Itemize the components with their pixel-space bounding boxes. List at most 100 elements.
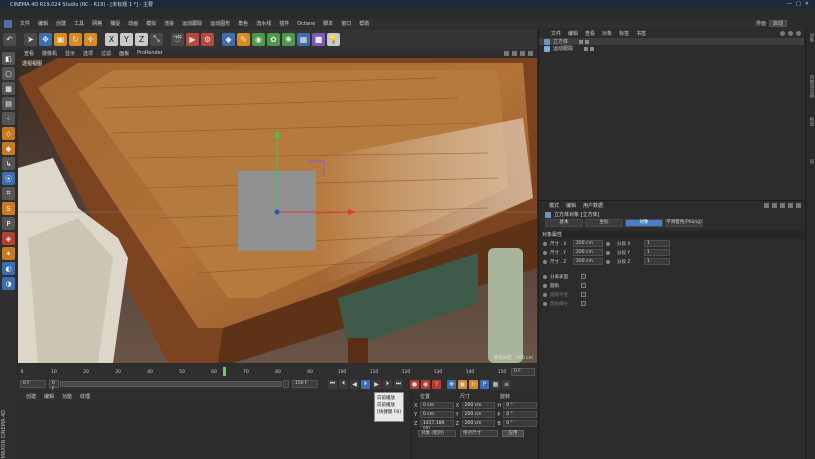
key-pla-icon[interactable]: ▦: [491, 379, 500, 389]
rotation-p-field[interactable]: 0 °: [503, 411, 537, 418]
viewport-menu-item[interactable]: 选项: [83, 50, 93, 57]
property-value-field[interactable]: 1: [644, 249, 670, 256]
object-item-cube[interactable]: 立方体: [539, 38, 804, 45]
property-checkbox[interactable]: [581, 274, 586, 279]
rotation-h-field[interactable]: 0 °: [503, 402, 537, 409]
close-icon[interactable]: ✕: [805, 1, 809, 7]
prev-frame-icon[interactable]: ◀: [350, 379, 359, 389]
layout-selector[interactable]: 界面 启动: [756, 19, 811, 28]
perspective-viewport[interactable]: 透视视图 网格间距 : 100 cm: [18, 58, 537, 363]
property-value-field[interactable]: 200 cm: [573, 258, 603, 265]
apply-button[interactable]: 应用: [502, 430, 524, 437]
menu-item[interactable]: Octane: [297, 21, 315, 27]
record-keys-icon[interactable]: ●: [410, 379, 419, 389]
render-settings-icon[interactable]: ⚙: [201, 32, 214, 46]
menu-item[interactable]: 运动图形: [210, 20, 230, 27]
texture-mode-icon[interactable]: ▩: [2, 82, 15, 95]
key-param-icon[interactable]: P: [480, 379, 489, 389]
coordinate-system-icon[interactable]: ⤡: [150, 32, 163, 46]
next-frame-icon[interactable]: ▶: [372, 379, 381, 389]
menu-item[interactable]: 渲染: [164, 20, 174, 27]
object-menu-item[interactable]: 编辑: [568, 30, 578, 37]
position-z-field[interactable]: 1417.189 cm: [419, 420, 454, 431]
property-value-field[interactable]: 200 cm: [573, 249, 603, 256]
property-value-field[interactable]: 1: [644, 240, 670, 247]
attribute-tab[interactable]: 对象: [625, 219, 663, 227]
snap-icon[interactable]: ⦿: [2, 172, 15, 185]
menu-item[interactable]: 网格: [92, 20, 102, 27]
menu-item[interactable]: 窗口: [341, 20, 351, 27]
array-icon[interactable]: ✿: [267, 32, 280, 46]
z-axis-handle[interactable]: [274, 209, 280, 215]
menu-item[interactable]: 脚本: [323, 20, 333, 27]
property-checkbox[interactable]: [581, 292, 586, 297]
y-axis-lock-icon[interactable]: Y: [120, 32, 133, 46]
animate-dot-icon[interactable]: [543, 259, 547, 264]
paint-icon[interactable]: ✦: [2, 247, 15, 260]
material-menu-item[interactable]: 编辑: [44, 393, 54, 400]
side-tab[interactable]: 对象: [808, 33, 814, 42]
object-menu-item[interactable]: 查看: [585, 30, 595, 37]
attribute-menu-item[interactable]: 编辑: [566, 202, 576, 209]
viewport-menu-item[interactable]: 面板: [119, 50, 129, 57]
floor-icon[interactable]: ▦: [297, 32, 310, 46]
menu-item[interactable]: 文件: [20, 20, 30, 27]
attribute-tab[interactable]: 坐标: [585, 219, 623, 227]
key-rotation-icon[interactable]: ↻: [469, 379, 478, 389]
pen-spline-icon[interactable]: ✎: [237, 32, 250, 46]
range-end-marker[interactable]: [283, 380, 289, 388]
animate-dot-icon[interactable]: [543, 292, 547, 297]
range-slider[interactable]: [60, 381, 282, 387]
go-to-end-icon[interactable]: ⏭: [394, 379, 403, 389]
psr-icon[interactable]: P: [2, 217, 15, 230]
timeline-end-field[interactable]: 0 F: [511, 368, 535, 376]
animate-dot-icon[interactable]: [606, 259, 610, 264]
attribute-menu-item[interactable]: 用户数据: [583, 202, 603, 209]
size-y-field[interactable]: 200 cm: [461, 411, 496, 418]
edges-mode-icon[interactable]: ◇: [2, 127, 15, 140]
orbit-icon[interactable]: [520, 50, 525, 56]
property-value-field[interactable]: 200 cm: [573, 240, 603, 247]
pan-icon[interactable]: [504, 50, 509, 56]
timeline-window-icon[interactable]: ≡: [502, 379, 511, 389]
coordinate-mode-dropdown[interactable]: 对象 (相对): [418, 430, 456, 437]
camera-icon[interactable]: ■: [312, 32, 325, 46]
object-menu-item[interactable]: 标签: [619, 30, 629, 37]
animate-dot-icon[interactable]: [543, 241, 547, 246]
subdivision-surface-icon[interactable]: ◉: [252, 32, 265, 46]
menu-item[interactable]: 捕捉: [110, 20, 120, 27]
animate-dot-icon[interactable]: [543, 274, 547, 279]
animate-dot-icon[interactable]: [543, 301, 547, 306]
menu-item[interactable]: 帮助: [359, 20, 369, 27]
playhead[interactable]: [222, 367, 226, 376]
new-view-icon[interactable]: [796, 31, 801, 36]
property-checkbox[interactable]: [581, 283, 586, 288]
maximize-icon[interactable]: □: [796, 1, 801, 7]
back-icon[interactable]: [764, 203, 769, 208]
end-frame-field[interactable]: 150 F: [292, 380, 318, 388]
property-checkbox[interactable]: [581, 301, 586, 306]
menu-item[interactable]: 运动跟踪: [182, 20, 202, 27]
menu-item[interactable]: 工具: [74, 20, 84, 27]
position-x-field[interactable]: 0 cm: [419, 402, 454, 409]
attribute-tab[interactable]: 平滑着色(Phong): [665, 219, 703, 227]
model-mode-icon[interactable]: ▢: [2, 67, 15, 80]
menu-item[interactable]: 模拟: [146, 20, 156, 27]
material-menu-item[interactable]: 功能: [62, 393, 72, 400]
light-icon[interactable]: 💡: [327, 32, 340, 46]
size-x-field[interactable]: 200 cm: [461, 402, 496, 409]
deformer-icon[interactable]: ✺: [282, 32, 295, 46]
next-key-icon[interactable]: ⏵: [383, 379, 392, 389]
timeline[interactable]: 0 10 20 30 40 50 60 70 80 90 100 110 120 130 140 150 0 …: [18, 364, 537, 377]
viewport-menu-item[interactable]: ProRender: [137, 50, 163, 56]
side-tab[interactable]: 层: [808, 159, 814, 164]
animate-dot-icon[interactable]: [543, 283, 547, 288]
x-axis-lock-icon[interactable]: X: [105, 32, 118, 46]
side-tab[interactable]: 内容浏览器: [808, 75, 814, 98]
menu-item[interactable]: 编辑: [38, 20, 48, 27]
search-icon[interactable]: [780, 203, 785, 208]
viewport-menu-item[interactable]: 查看: [24, 50, 34, 57]
menu-item[interactable]: 角色: [238, 20, 248, 27]
size-mode-dropdown[interactable]: 绝对尺寸: [460, 430, 498, 437]
transform-tool-icon[interactable]: ✛: [84, 32, 97, 46]
